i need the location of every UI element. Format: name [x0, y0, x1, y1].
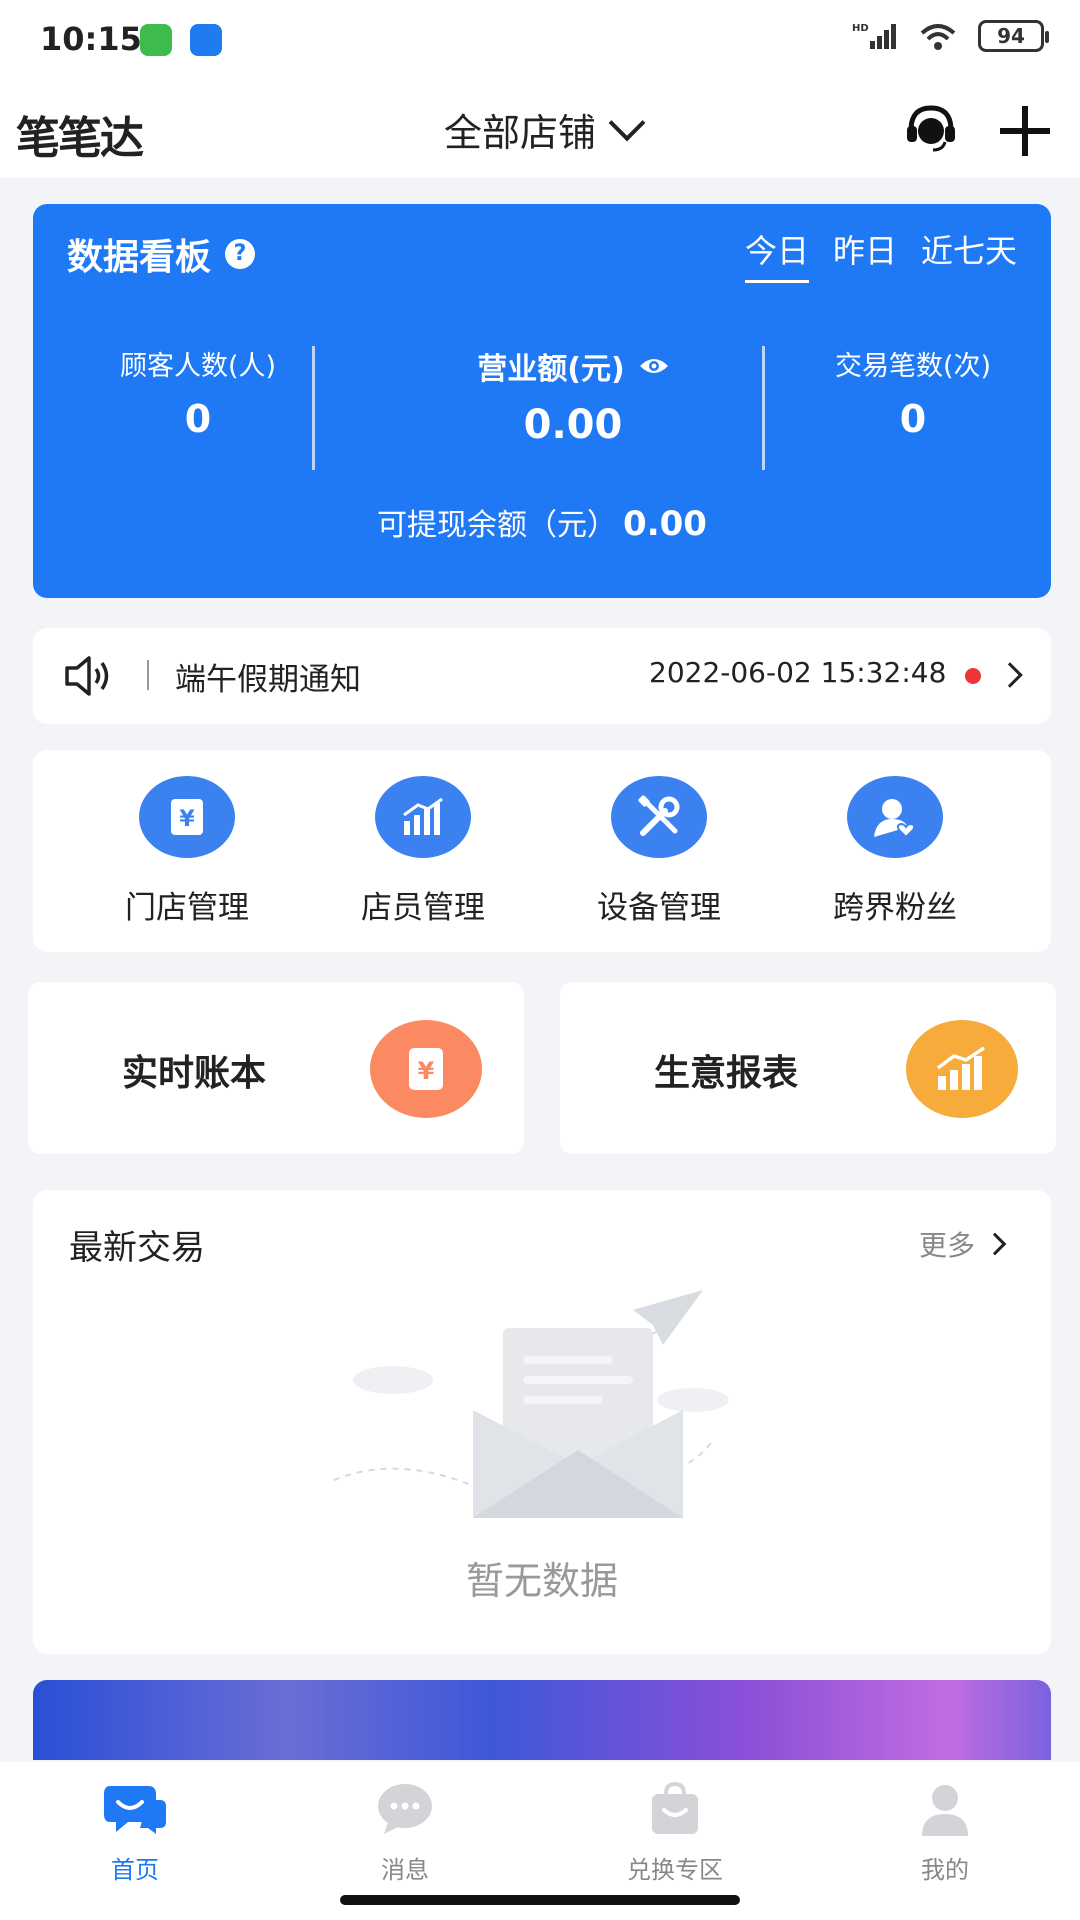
chevron-right-icon: [983, 1232, 1007, 1256]
exchange-bag-icon: [652, 1781, 698, 1834]
realtime-ledger-title: 实时账本: [122, 1053, 267, 1094]
metric-revenue-value: 0.00: [523, 402, 623, 448]
data-board-title-text: 数据看板: [67, 237, 212, 278]
menu-store-management-label: 门店管理: [125, 890, 249, 926]
signal-icon: HD: [852, 23, 896, 49]
more-link-label: 更多: [918, 1229, 975, 1262]
plus-icon[interactable]: [1000, 106, 1050, 156]
empty-state-text: 暂无数据: [465, 1559, 618, 1603]
help-icon[interactable]: ?: [225, 239, 256, 269]
withdrawable-balance-value: 0.00: [623, 504, 707, 544]
nav-profile[interactable]: 我的: [855, 1782, 1035, 1885]
tools-icon: [611, 776, 707, 858]
nav-messages-label: 消息: [381, 1856, 429, 1884]
business-report-card[interactable]: 生意报表: [560, 982, 1056, 1154]
latest-transactions-title: 最新交易: [69, 1228, 205, 1268]
notice-bar[interactable]: 端午假期通知 2022-06-02 15:32:48: [33, 628, 1051, 724]
menu-crossover-fans[interactable]: 跨界粉丝: [795, 776, 995, 927]
menu-device-management[interactable]: 设备管理: [559, 776, 759, 927]
brand-logo: 笔笔达: [16, 113, 144, 164]
menu-staff-management[interactable]: 店员管理: [323, 776, 523, 927]
metric-customers-value: 0: [184, 397, 212, 441]
chevron-right-icon: [997, 662, 1023, 688]
app-header: 笔笔达 全部店铺: [0, 80, 1080, 178]
battery-icon: 94: [978, 20, 1049, 52]
profile-icon: [922, 1785, 968, 1836]
tab-today[interactable]: 今日: [744, 226, 809, 283]
metric-transactions: 交易笔数(次) 0: [793, 344, 1033, 441]
data-board-title: 数据看板 ?: [67, 228, 256, 280]
svg-text:HD: HD: [852, 23, 869, 34]
metric-transactions-label: 交易笔数(次): [834, 351, 992, 382]
unread-dot: [965, 668, 981, 684]
store-selector-label: 全部店铺: [444, 111, 597, 155]
status-time: 10:15: [40, 20, 142, 58]
headset-icon[interactable]: [905, 104, 957, 152]
speaker-icon: [65, 656, 109, 696]
withdrawable-balance-label: 可提现余额（元）: [377, 508, 618, 543]
app-notification-icon: [140, 24, 172, 56]
withdrawable-balance: 可提现余额（元） 0.00: [33, 500, 1051, 544]
realtime-ledger-card[interactable]: 实时账本 ¥: [28, 982, 524, 1154]
nav-profile-label: 我的: [921, 1856, 969, 1884]
nav-home[interactable]: 首页: [45, 1782, 225, 1885]
more-link[interactable]: 更多: [918, 1224, 1007, 1264]
message-icon: [378, 1784, 432, 1834]
latest-transactions-card: 最新交易 更多 暂无数据: [33, 1190, 1051, 1654]
store-selector[interactable]: 全部店铺: [444, 102, 646, 157]
tab-last-seven-days[interactable]: 近七天: [921, 226, 1017, 283]
cloud-app-icon: [190, 24, 222, 56]
metric-divider: [762, 346, 765, 470]
notice-separator: [147, 660, 149, 690]
staff-chart-icon: [375, 776, 471, 858]
store-ledger-icon: ¥: [139, 776, 235, 858]
status-indicators: HD 94: [852, 20, 1049, 52]
fans-icon: [847, 776, 943, 858]
nav-home-label: 首页: [111, 1856, 159, 1884]
nav-messages[interactable]: 消息: [315, 1782, 495, 1885]
empty-envelope-illustration: [333, 1290, 729, 1518]
menu-staff-management-label: 店员管理: [361, 890, 485, 926]
home-indicator[interactable]: [340, 1895, 740, 1905]
status-bar: 10:15 HD 94: [0, 0, 1080, 80]
notice-time: 2022-06-02 15:32:48: [649, 656, 947, 689]
metric-revenue-label: 营业额(元): [477, 352, 625, 387]
nav-exchange[interactable]: 兑换专区: [585, 1781, 765, 1885]
metric-divider: [312, 346, 315, 470]
nav-exchange-label: 兑换专区: [627, 1856, 723, 1884]
metric-customers: 顾客人数(人) 0: [63, 344, 333, 441]
home-chat-icon: [104, 1786, 166, 1834]
metric-customers-label: 顾客人数(人): [119, 351, 277, 382]
eye-icon[interactable]: [639, 356, 669, 376]
ledger-icon: ¥: [370, 1020, 482, 1118]
menu-store-management[interactable]: ¥ 门店管理: [87, 776, 287, 927]
tab-yesterday[interactable]: 昨日: [833, 226, 897, 283]
chevron-down-icon: [608, 104, 646, 141]
metric-transactions-value: 0: [899, 397, 927, 441]
business-report-title: 生意报表: [654, 1053, 799, 1094]
data-board-card: 数据看板 ? 今日 昨日 近七天 顾客人数(人) 0 营业额(元) 0.00 交…: [33, 204, 1051, 598]
metric-revenue-label-row: 营业额(元): [353, 344, 793, 388]
wifi-icon: [920, 24, 956, 50]
report-chart-icon: [906, 1020, 1018, 1118]
range-tabs: 今日 昨日 近七天: [744, 226, 1017, 283]
svg-text:¥: ¥: [179, 807, 195, 832]
promo-banner[interactable]: [33, 1680, 1051, 1760]
quick-menu: ¥ 门店管理 店员管理 设备管理 跨界粉丝: [33, 750, 1051, 952]
notice-title: 端午假期通知: [175, 662, 361, 698]
svg-text:¥: ¥: [418, 1057, 435, 1085]
menu-device-management-label: 设备管理: [597, 890, 721, 926]
metric-revenue: 营业额(元) 0.00: [353, 344, 793, 448]
menu-crossover-fans-label: 跨界粉丝: [833, 890, 957, 926]
